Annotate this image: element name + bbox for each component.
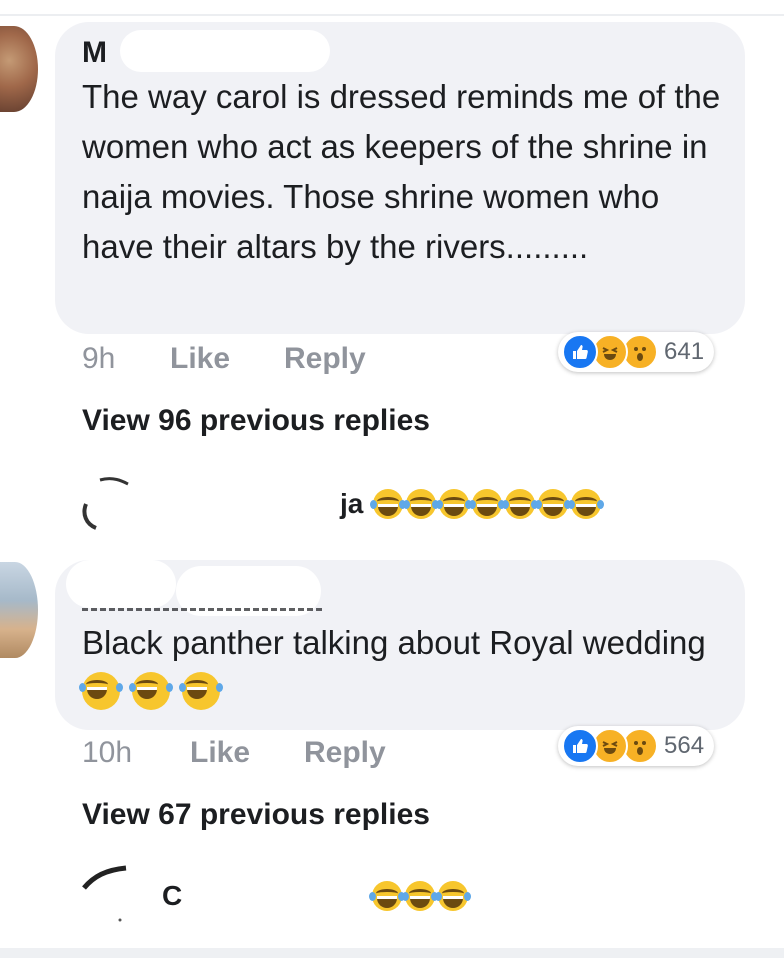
latest-reply[interactable]: C — [162, 880, 472, 912]
tears-of-joy-icon — [436, 489, 473, 519]
comment-text: Black panther talking about Royal weddin… — [79, 618, 722, 718]
tears-of-joy-icon — [369, 881, 406, 911]
tears-of-joy-icon — [435, 881, 472, 911]
reply-author-name[interactable]: C — [162, 880, 182, 912]
reply-button[interactable]: Reply — [304, 736, 386, 770]
reply-avatar[interactable] — [80, 474, 130, 539]
view-previous-replies-link[interactable]: View 96 previous replies — [82, 404, 430, 438]
redaction-mask — [120, 30, 330, 72]
latest-reply[interactable]: ja — [340, 488, 605, 520]
comment-author-name[interactable]: M — [82, 36, 107, 70]
tears-of-joy-icon — [370, 489, 407, 519]
commenter-avatar[interactable]: ▪ — [0, 26, 38, 112]
like-button[interactable]: Like — [170, 342, 230, 376]
commenter-avatar[interactable] — [0, 562, 38, 658]
reaction-count: 564 — [664, 732, 705, 759]
reaction-count: 641 — [664, 338, 705, 365]
tears-of-joy-icon — [502, 489, 539, 519]
redacted-name-fragment — [82, 600, 322, 611]
comment-timestamp: 10h — [82, 736, 133, 769]
tears-of-joy-icon — [469, 489, 506, 519]
comment-text: The way carol is dressed reminds me of t… — [82, 78, 721, 265]
tears-of-joy-icon — [568, 489, 605, 519]
comment-timestamp: 9h — [82, 342, 116, 375]
comment-text-content: Black panther talking about Royal weddin… — [82, 624, 706, 661]
like-icon — [562, 334, 598, 370]
like-icon — [562, 728, 598, 764]
bottom-divider — [0, 948, 784, 958]
reactions-summary[interactable]: 564 — [558, 726, 715, 766]
tears-of-joy-icon — [402, 881, 439, 911]
tears-of-joy-icon — [535, 489, 572, 519]
tears-of-joy-icon — [403, 489, 440, 519]
tears-of-joy-icon — [129, 672, 174, 710]
reply-button[interactable]: Reply — [284, 342, 366, 376]
tears-of-joy-icon — [179, 672, 224, 710]
reply-author-name[interactable]: ja — [340, 488, 363, 520]
view-previous-replies-link[interactable]: View 67 previous replies — [82, 798, 430, 832]
reply-avatar[interactable] — [80, 862, 134, 927]
like-button[interactable]: Like — [190, 736, 250, 770]
reactions-summary[interactable]: 641 — [558, 332, 715, 372]
top-divider — [0, 14, 784, 16]
tears-of-joy-icon — [79, 672, 123, 710]
